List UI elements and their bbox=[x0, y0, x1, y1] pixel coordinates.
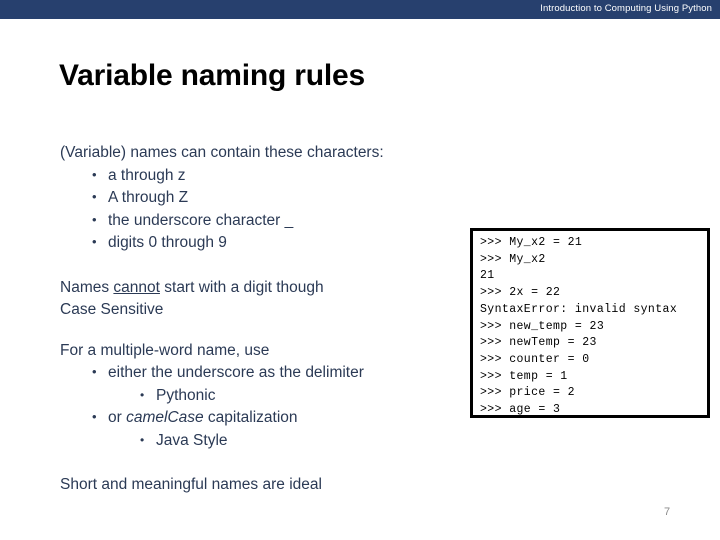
console-line: >>> newTemp = 23 bbox=[480, 336, 597, 350]
bullet-label: Pythonic bbox=[156, 386, 216, 404]
bullet-label: digits 0 through 9 bbox=[108, 234, 227, 251]
console-line: 21 bbox=[480, 269, 495, 283]
python-console-box: >>> My_x2 = 21 >>> My_x2 21 >>> 2x = 22 … bbox=[470, 228, 710, 418]
page-title: Variable naming rules bbox=[59, 59, 365, 92]
bullet-label: A through Z bbox=[108, 189, 189, 206]
console-line-error: SyntaxError: invalid syntax bbox=[480, 302, 678, 316]
console-line: >>> age = 3 bbox=[480, 403, 561, 417]
console-line: >>> My_x2 = 21 bbox=[480, 236, 583, 249]
multiword-options-list-2: or camelCase capitalization bbox=[60, 406, 460, 430]
bullet-label: the underscore character _ bbox=[108, 211, 294, 229]
multiword-option-2-sublist: Java Style bbox=[60, 429, 460, 453]
allowed-characters-list: a through z A through Z the underscore c… bbox=[60, 164, 460, 255]
slide-body: (Variable) names can contain these chara… bbox=[60, 142, 460, 497]
list-item: digits 0 through 9 bbox=[60, 231, 460, 255]
rule-emphasis-cannot: cannot bbox=[113, 278, 160, 296]
intro-line: (Variable) names can contain these chara… bbox=[60, 144, 384, 161]
list-item: the underscore character _ bbox=[60, 209, 460, 233]
console-line: >>> new_temp = 23 bbox=[480, 319, 605, 333]
rule-no-leading-digit: Names cannot start with a digit though bbox=[60, 277, 460, 300]
rule-case-sensitive: Case Sensitive bbox=[60, 301, 164, 318]
console-line: >>> temp = 1 bbox=[480, 369, 568, 383]
page-number: 7 bbox=[664, 506, 671, 518]
list-item: A through Z bbox=[60, 186, 460, 210]
list-item: a through z bbox=[60, 164, 460, 188]
console-line: >>> price = 2 bbox=[480, 386, 575, 400]
course-title-label: Introduction to Computing Using Python bbox=[540, 3, 712, 14]
list-item: Pythonic bbox=[60, 384, 460, 408]
list-item: or camelCase capitalization bbox=[60, 406, 460, 430]
list-item: Java Style bbox=[60, 429, 460, 453]
console-line: >>> My_x2 bbox=[480, 252, 546, 266]
slide-header-bar: Introduction to Computing Using Python bbox=[0, 0, 720, 19]
list-item: either the underscore as the delimiter bbox=[60, 361, 460, 385]
console-line: >>> counter = 0 bbox=[480, 352, 590, 366]
bullet-label: a through z bbox=[108, 166, 186, 184]
multiword-option-1-sublist: Pythonic bbox=[60, 384, 460, 408]
multiword-options-list: either the underscore as the delimiter bbox=[60, 361, 460, 385]
bullet-label: Java Style bbox=[156, 431, 228, 449]
rule-prefix-text: Names bbox=[60, 278, 114, 296]
bullet-suffix: capitalization bbox=[203, 409, 298, 426]
bullet-prefix: or bbox=[108, 409, 127, 426]
bullet-emphasis-camelcase: camelCase bbox=[126, 409, 204, 426]
closing-line: Short and meaningful names are ideal bbox=[60, 476, 322, 493]
bullet-label: either the underscore as the delimiter bbox=[108, 364, 364, 381]
console-line: >>> 2x = 22 bbox=[480, 286, 561, 300]
multiword-lead-line: For a multiple-word name, use bbox=[60, 341, 270, 359]
rule-suffix-text: start with a digit though bbox=[159, 278, 324, 296]
